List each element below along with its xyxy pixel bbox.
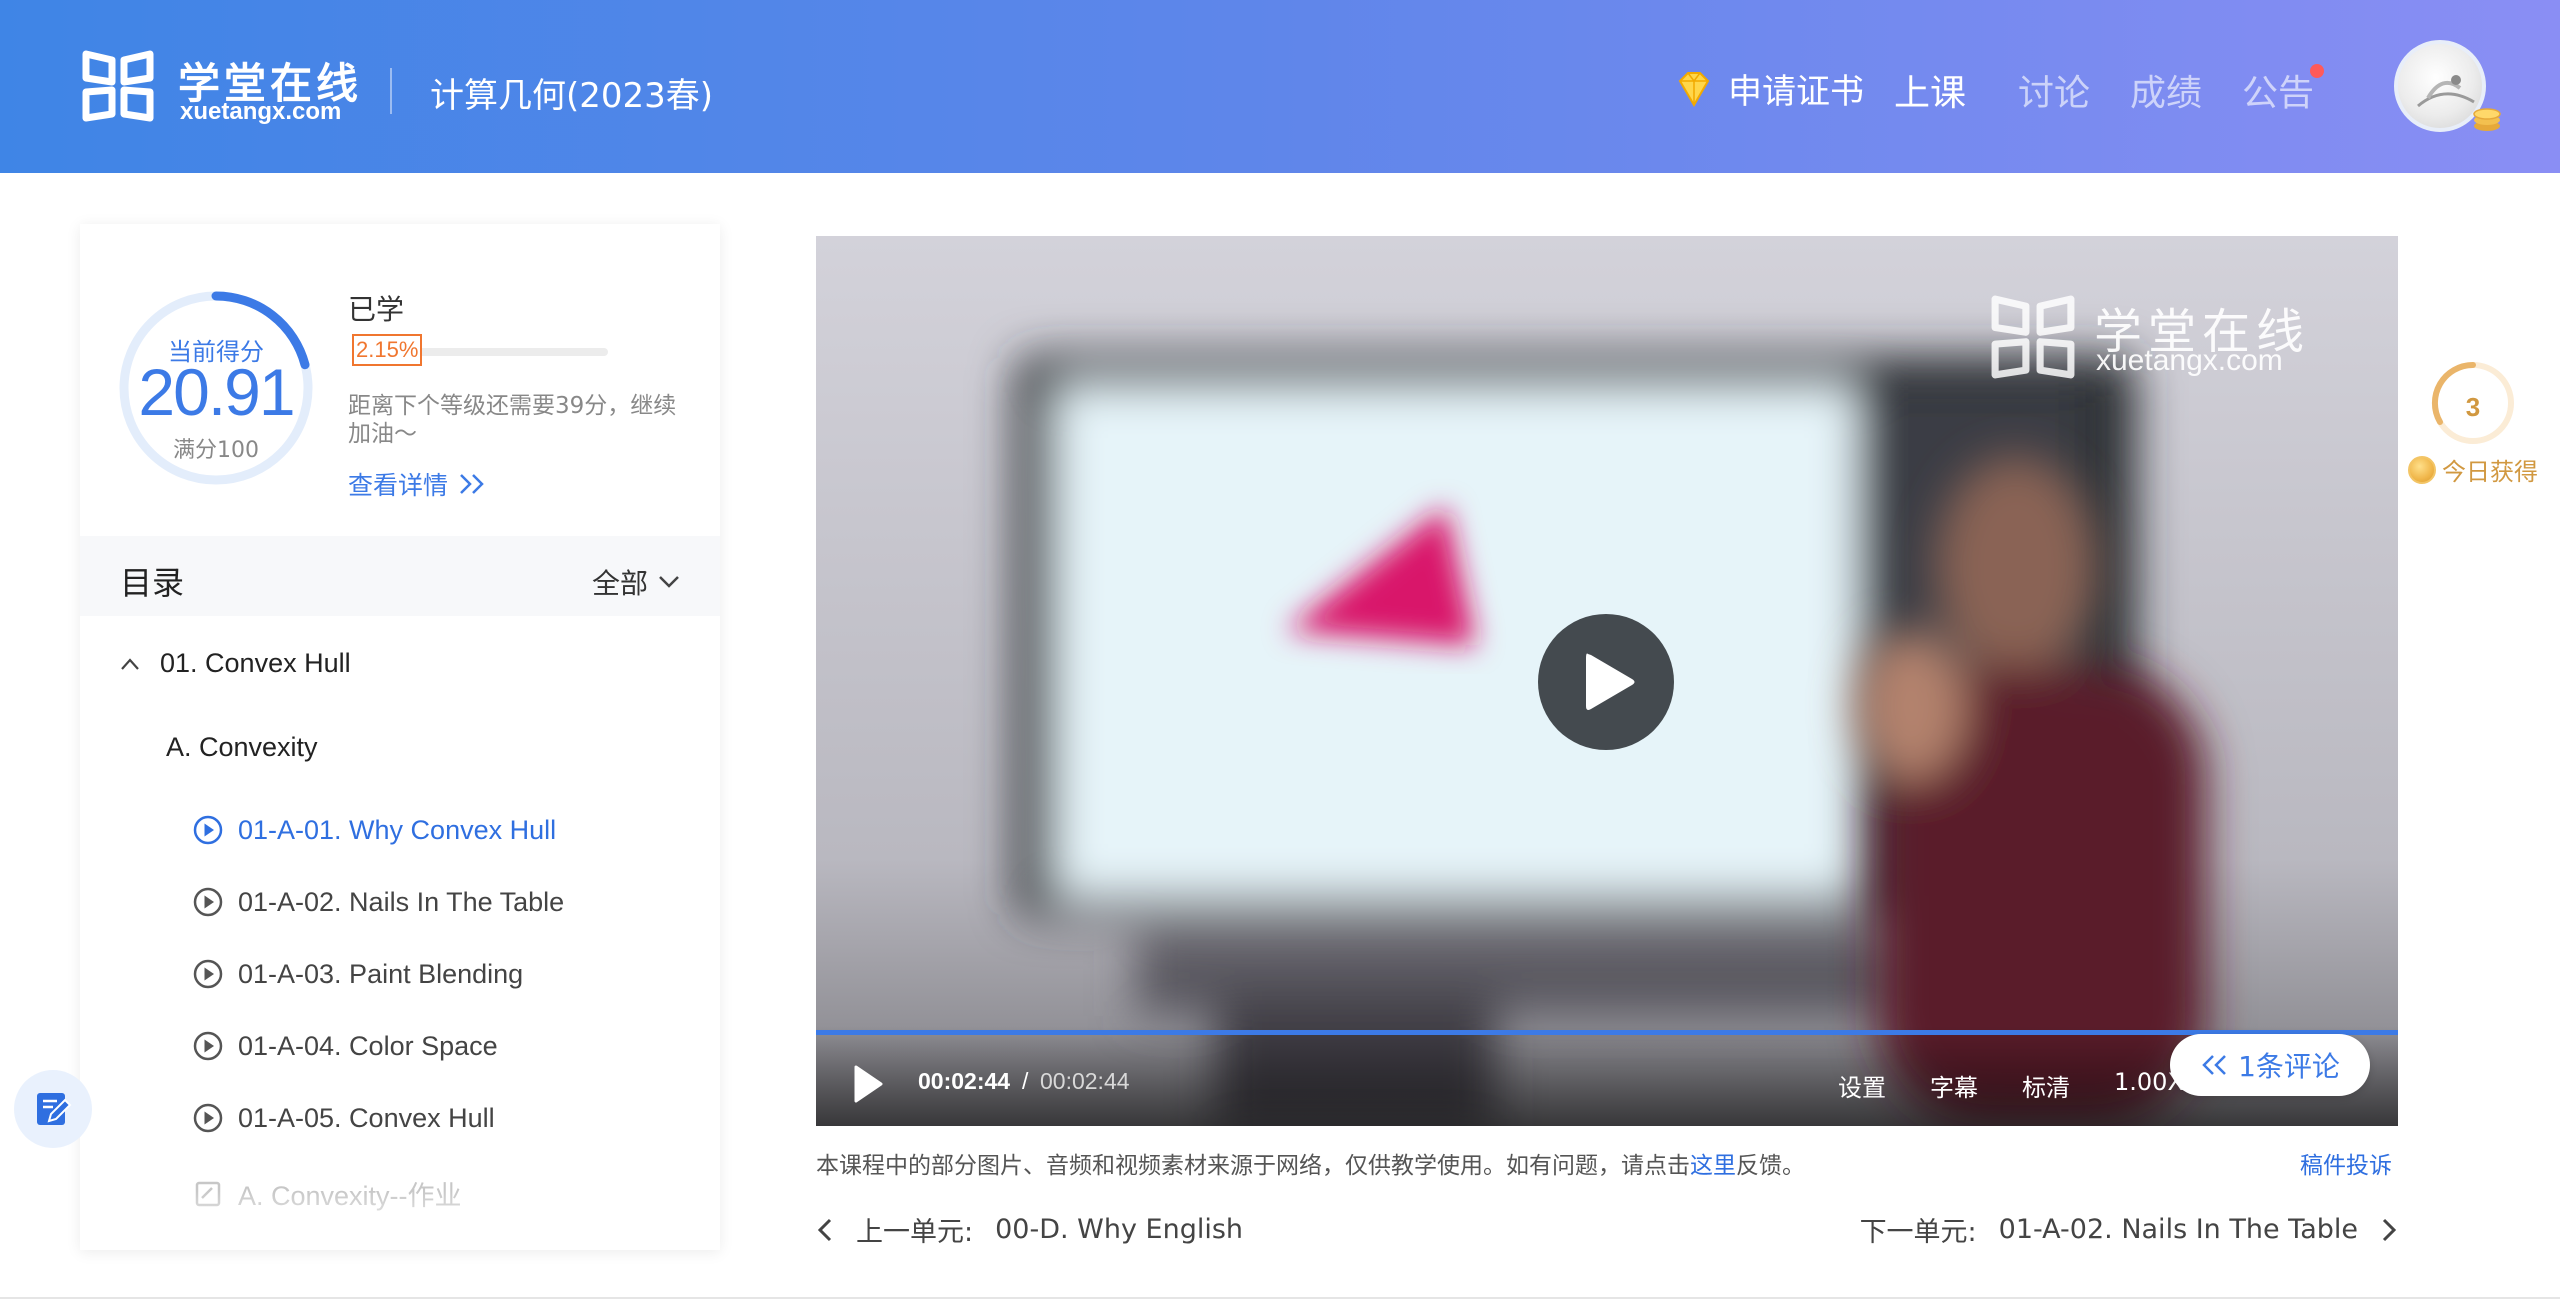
diamond-icon bbox=[1678, 71, 1710, 107]
toc-lesson-item[interactable]: 01-A-02. Nails In The Table bbox=[192, 886, 564, 918]
today-points-label-wrap: 今日获得 bbox=[2408, 452, 2538, 487]
video-progress-bar[interactable] bbox=[816, 1030, 2398, 1035]
comments-count-label: 1条评论 bbox=[2238, 1050, 2340, 1083]
nav-tab-discussion[interactable]: 讨论 bbox=[2018, 64, 2090, 116]
toc-lesson-item[interactable]: 01-A-04. Color Space bbox=[192, 1030, 498, 1062]
previous-unit-title: 00-D. Why English bbox=[995, 1214, 1244, 1245]
toc-lesson-label: 01-A-03. Paint Blending bbox=[238, 958, 524, 989]
toc-lesson-label: 01-A-04. Color Space bbox=[238, 1030, 498, 1061]
play-circle-icon bbox=[193, 887, 223, 917]
video-player[interactable]: 学堂在线 xuetangx.com 00:02:44 / 00:02:44 设置… bbox=[816, 236, 2398, 1126]
chevron-right-icon bbox=[2382, 1218, 2397, 1241]
toc-lesson-label: 01-A-01. Why Convex Hull bbox=[238, 814, 557, 845]
toc-lesson-item[interactable]: 01-A-03. Paint Blending bbox=[192, 958, 523, 990]
panel-scroll-fade bbox=[80, 1190, 720, 1250]
play-circle-icon bbox=[193, 959, 223, 989]
watermark-logo-icon bbox=[1991, 295, 2075, 379]
play-circle-icon bbox=[193, 1031, 223, 1061]
feedback-link[interactable]: 这里 bbox=[1690, 1153, 1736, 1179]
top-header: 学堂在线 xuetangx.com 计算几何(2023春) 申请证书 上课 讨论… bbox=[0, 0, 2560, 173]
toc-filter-dropdown[interactable]: 全部 bbox=[592, 562, 680, 602]
double-chevron-right-icon bbox=[460, 474, 484, 494]
toc-lesson-label: 01-A-02. Nails In The Table bbox=[238, 886, 565, 917]
play-circle-icon bbox=[193, 1103, 223, 1133]
current-time: 00:02:44 bbox=[918, 1068, 1011, 1094]
toc-section[interactable]: A. Convexity bbox=[166, 732, 318, 763]
course-title: 计算几何(2023春) bbox=[430, 76, 714, 116]
header-divider bbox=[390, 68, 392, 114]
toc-filter-value: 全部 bbox=[591, 567, 648, 600]
apply-certificate-button[interactable]: 申请证书 bbox=[1672, 64, 1864, 113]
nav-tab-announcements[interactable]: 公告 bbox=[2242, 64, 2325, 116]
copyright-notice-suffix: 反馈。 bbox=[1736, 1153, 1805, 1179]
nav-tab-class[interactable]: 上课 bbox=[1894, 64, 1966, 116]
copyright-notice: 本课程中的部分图片、音频和视频素材来源于网络，仅供教学使用。如有问题，请点击这里… bbox=[816, 1146, 1805, 1180]
quality-button[interactable]: 标清 bbox=[2022, 1068, 2070, 1103]
play-circle-icon bbox=[193, 815, 223, 845]
course-sidebar: 当前得分 20.91 满分100 已学 2.15% 距离下个等级还需要39分，继… bbox=[80, 224, 720, 1250]
chevron-left-icon bbox=[817, 1218, 832, 1241]
next-unit-link[interactable]: 下一单元: 01-A-02. Nails In The Table bbox=[1860, 1210, 2398, 1249]
nav-tab-grades[interactable]: 成绩 bbox=[2130, 64, 2202, 116]
score-value: 20.91 bbox=[138, 355, 295, 429]
logo-text-en[interactable]: xuetangx.com bbox=[180, 98, 341, 126]
view-details-link[interactable]: 查看详情 bbox=[348, 466, 488, 502]
chevron-down-icon bbox=[659, 576, 679, 588]
coin-icon bbox=[2408, 455, 2436, 484]
play-icon[interactable] bbox=[852, 1064, 884, 1104]
big-play-button[interactable] bbox=[1538, 614, 1674, 750]
toc-chapter-label: 01. Convex Hull bbox=[160, 648, 351, 678]
apply-certificate-label: 申请证书 bbox=[1728, 72, 1864, 112]
copyright-notice-text: 本课程中的部分图片、音频和视频素材来源于网络，仅供教学使用。如有问题，请点击 bbox=[816, 1153, 1690, 1179]
notes-button[interactable] bbox=[14, 1070, 92, 1148]
view-details-label: 查看详情 bbox=[348, 471, 449, 500]
toc-lesson-item[interactable]: 01-A-01. Why Convex Hull bbox=[192, 814, 556, 846]
next-unit-title: 01-A-02. Nails In The Table bbox=[1998, 1214, 2358, 1245]
previous-unit-label: 上一单元: bbox=[856, 1217, 974, 1248]
coins-icon bbox=[2473, 108, 2501, 131]
play-icon bbox=[1586, 653, 1635, 710]
watermark-text-en: xuetangx.com bbox=[2096, 344, 2283, 377]
toc-title: 目录 bbox=[120, 564, 185, 602]
subtitles-button[interactable]: 字幕 bbox=[1930, 1068, 1978, 1103]
settings-button[interactable]: 设置 bbox=[1838, 1068, 1886, 1103]
learned-percent: 2.15% bbox=[352, 334, 423, 366]
edit-note-icon bbox=[37, 1093, 72, 1125]
today-points-count: 3 bbox=[2465, 392, 2481, 422]
today-points-label: 今日获得 bbox=[2442, 458, 2538, 486]
toc-lesson-label: 01-A-05. Convex Hull bbox=[238, 1102, 495, 1133]
toc-header: 目录 全部 bbox=[80, 536, 720, 616]
next-unit-label: 下一单元: bbox=[1859, 1217, 1977, 1248]
report-content-link[interactable]: 稿件投诉 bbox=[2300, 1146, 2392, 1180]
double-chevron-left-icon bbox=[2202, 1055, 2226, 1075]
chevron-up-icon bbox=[121, 657, 139, 670]
total-time: 00:02:44 bbox=[1040, 1068, 1130, 1094]
previous-unit-link[interactable]: 上一单元: 00-D. Why English bbox=[816, 1210, 1243, 1249]
toc-chapter[interactable]: 01. Convex Hull bbox=[120, 648, 351, 679]
toc-lesson-item[interactable]: 01-A-05. Convex Hull bbox=[192, 1102, 495, 1134]
learned-label: 已学 bbox=[348, 293, 405, 326]
nav-tab-announcements-label: 公告 bbox=[2242, 73, 2315, 114]
time-separator: / bbox=[1022, 1068, 1029, 1094]
xuetangx-logo-icon[interactable] bbox=[80, 48, 156, 124]
score-max: 满分100 bbox=[173, 438, 259, 463]
comments-button[interactable]: 1条评论 bbox=[2170, 1034, 2370, 1096]
next-level-hint: 距离下个等级还需要39分，继续加油～ bbox=[348, 393, 677, 447]
notification-dot bbox=[2310, 64, 2325, 78]
